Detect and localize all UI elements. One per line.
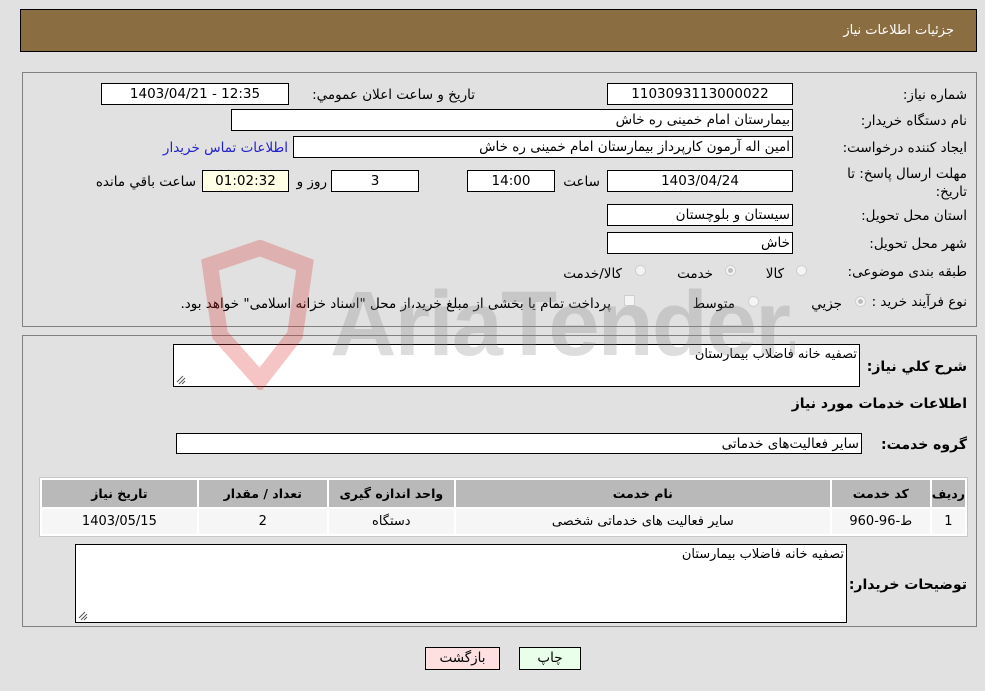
purchase-type-medium-label: متوسط (692, 296, 735, 312)
announce-datetime-label: تاریخ و ساعت اعلان عمومي: (312, 87, 475, 103)
purchase-type-minor-radio[interactable] (855, 296, 866, 307)
col-quantity: تعداد / مقدار (198, 480, 327, 507)
cell-service-code: ط-96-960 (831, 509, 930, 534)
deadline-time-field: 14:00 (467, 170, 555, 192)
treasury-bond-checkbox[interactable] (624, 295, 635, 306)
page-title: جزئیات اطلاعات نیاز (843, 23, 954, 38)
buyer-notes-textarea[interactable]: تصفیه خانه فاضلاب بیمارستان (75, 544, 847, 623)
deadline-time-label: ساعت (563, 174, 600, 190)
cell-need-date: 1403/05/15 (42, 509, 197, 534)
days-label: روز و (296, 174, 327, 190)
purchase-type-label: نوع فرآیند خرید : (871, 294, 967, 310)
general-desc-textarea[interactable]: تصفیه خانه فاضلاب بیمارستان (173, 344, 860, 387)
city-field: خاش (607, 232, 793, 254)
buyer-org-label: نام دستگاه خریدار: (860, 113, 967, 129)
announce-datetime-field: 1403/04/21 - 12:35 (101, 83, 289, 105)
category-goods-service-radio[interactable] (635, 265, 646, 276)
category-goods-service-label: کالا/خدمت (563, 266, 622, 282)
treasury-note: پرداخت تمام یا بخشی از مبلغ خرید،از محل … (180, 296, 611, 312)
buyer-notes-text: تصفیه خانه فاضلاب بیمارستان (681, 547, 844, 562)
cell-row-number: 1 (931, 509, 965, 534)
city-label: شهر محل تحویل: (869, 236, 967, 252)
category-goods-label: کالا (765, 266, 784, 282)
category-label: طبقه بندی موضوعی: (847, 264, 967, 280)
services-table: رديف کد خدمت نام خدمت واحد اندازه گيری ت… (39, 477, 968, 537)
purchase-type-minor-label: جزيي (811, 296, 842, 312)
deadline-date-field: 1403/04/24 (607, 170, 793, 192)
general-desc-text: تصفیه خانه فاضلاب بیمارستان (694, 347, 857, 362)
col-service-name: نام خدمت (455, 480, 830, 507)
print-button[interactable]: چاپ (519, 647, 581, 670)
page-header: جزئیات اطلاعات نیاز (20, 9, 977, 52)
need-number-label: شماره نیاز: (902, 87, 967, 103)
requester-field: امین اله آرمون کارپرداز بیمارستان امام خ… (293, 136, 793, 158)
remaining-time-field: 01:02:32 (202, 170, 289, 192)
province-field: سیستان و بلوچستان (607, 204, 793, 226)
requester-label: ایجاد کننده درخواست: (842, 140, 967, 156)
cell-unit: دستگاه (328, 509, 454, 534)
col-service-code: کد خدمت (831, 480, 930, 507)
need-number-field: 1103093113000022 (607, 83, 793, 105)
buyer-org-field: بیمارستان امام خمینی ره خاش (231, 109, 793, 131)
cell-quantity: 2 (198, 509, 327, 534)
general-desc-label: شرح کلي نياز: (866, 359, 967, 375)
deadline-label: مهلت ارسال پاسخ: تا تاریخ: (847, 166, 967, 200)
service-group-label: گروه خدمت: (881, 437, 967, 453)
buyer-notes-label: توضيحات خريدار: (848, 577, 967, 593)
col-need-date: تاريخ نياز (42, 480, 197, 507)
col-unit: واحد اندازه گيری (328, 480, 454, 507)
table-header-row: رديف کد خدمت نام خدمت واحد اندازه گيری ت… (42, 480, 965, 507)
days-remaining-field: 3 (331, 170, 419, 192)
back-button[interactable]: بازگشت (425, 647, 500, 670)
table-row: 1 ط-96-960 سایر فعالیت های خدماتی شخصی د… (42, 509, 965, 534)
province-label: استان محل تحویل: (861, 208, 967, 224)
service-group-field: سایر فعالیت‌های خدماتی (176, 433, 862, 454)
resize-grip-icon[interactable] (78, 611, 88, 621)
category-goods-radio[interactable] (796, 265, 807, 276)
category-service-radio[interactable] (725, 265, 736, 276)
resize-grip-icon[interactable] (176, 375, 186, 385)
purchase-type-medium-radio[interactable] (748, 296, 759, 307)
col-row-number: رديف (931, 480, 965, 507)
cell-service-name: سایر فعالیت های خدماتی شخصی (455, 509, 830, 534)
services-section-title: اطلاعات خدمات مورد نياز (791, 396, 967, 412)
buyer-contact-link[interactable]: اطلاعات تماس خریدار (163, 140, 288, 156)
remaining-time-label: ساعت باقي مانده (95, 174, 196, 190)
category-service-label: خدمت (677, 266, 713, 282)
